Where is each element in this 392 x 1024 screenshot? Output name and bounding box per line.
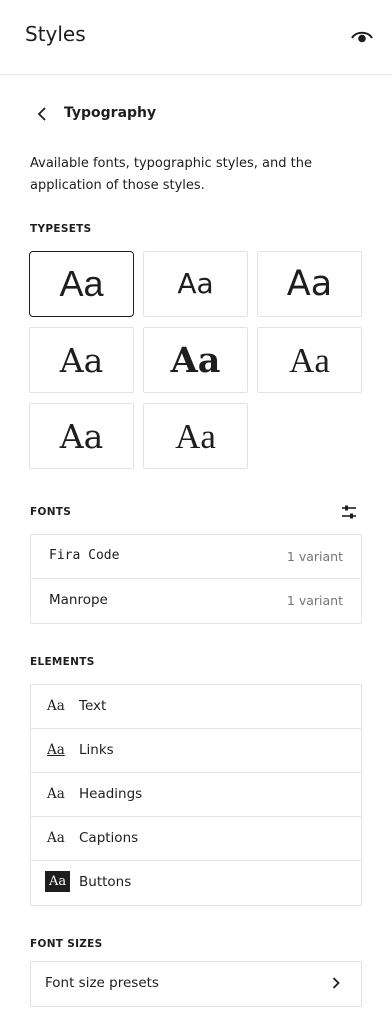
fonts-list: Fira Code 1 variant Manrope 1 variant [30, 534, 362, 624]
typeset-preview: Aa [59, 263, 104, 304]
typeset-preview: Aa [177, 267, 214, 300]
sliders-icon[interactable] [339, 502, 359, 522]
elements-list: Aa Text Aa Links Aa Headings Aa Captions… [30, 684, 362, 906]
typography-description: Available fonts, typographic styles, and… [30, 156, 312, 193]
typeset-preview: Aa [289, 340, 330, 380]
typeset-option[interactable]: Aa [29, 327, 134, 393]
typeset-preview: Aa [170, 339, 221, 381]
typeset-preview: Aa [59, 416, 104, 456]
chevron-left-icon[interactable] [32, 103, 54, 125]
element-label: Captions [79, 830, 139, 846]
typesets-heading: TYPESETS [30, 223, 92, 235]
panel-title: Styles [25, 22, 86, 46]
element-preview: Aa [47, 742, 65, 758]
typeset-preview: Aa [286, 263, 333, 304]
screen-title: Typography [64, 105, 157, 121]
element-preview: Aa [47, 698, 65, 714]
font-sizes-list: Font size presets [30, 961, 362, 1007]
typeset-option[interactable]: Aa [29, 251, 134, 317]
element-label: Links [79, 742, 114, 758]
element-item-buttons[interactable]: Aa Buttons [31, 861, 361, 905]
font-variant-count: 1 variant [286, 593, 343, 608]
panel-header: Styles [0, 0, 392, 75]
element-item-text[interactable]: Aa Text [31, 685, 361, 729]
element-preview: Aa [45, 871, 71, 892]
eye-icon[interactable] [349, 24, 375, 50]
font-size-presets-item[interactable]: Font size presets [31, 962, 361, 1006]
typeset-preview: Aa [59, 340, 104, 380]
font-item[interactable]: Manrope 1 variant [31, 579, 361, 623]
typeset-option[interactable]: Aa [143, 251, 248, 317]
font-name: Fira Code [49, 548, 120, 563]
element-preview: Aa [47, 786, 65, 802]
typeset-option[interactable]: Aa [257, 327, 362, 393]
chevron-right-icon [327, 974, 345, 992]
fonts-heading: FONTS [30, 506, 72, 518]
font-name: Manrope [49, 592, 108, 608]
typeset-option[interactable]: Aa [257, 251, 362, 317]
font-variant-count: 1 variant [286, 549, 343, 564]
element-label: Buttons [79, 874, 132, 890]
typeset-option[interactable]: Aa [143, 327, 248, 393]
element-item-links[interactable]: Aa Links [31, 729, 361, 773]
element-label: Text [79, 698, 107, 714]
typeset-preview: Aa [175, 416, 216, 456]
element-label: Headings [79, 786, 143, 802]
element-preview: Aa [47, 830, 65, 846]
typeset-option[interactable]: Aa [29, 403, 134, 469]
font-sizes-heading: FONT SIZES [30, 938, 103, 950]
typeset-option[interactable]: Aa [143, 403, 248, 469]
element-item-captions[interactable]: Aa Captions [31, 817, 361, 861]
element-item-headings[interactable]: Aa Headings [31, 773, 361, 817]
elements-heading: ELEMENTS [30, 656, 95, 668]
font-size-presets-label: Font size presets [45, 975, 159, 991]
font-item[interactable]: Fira Code 1 variant [31, 535, 361, 579]
